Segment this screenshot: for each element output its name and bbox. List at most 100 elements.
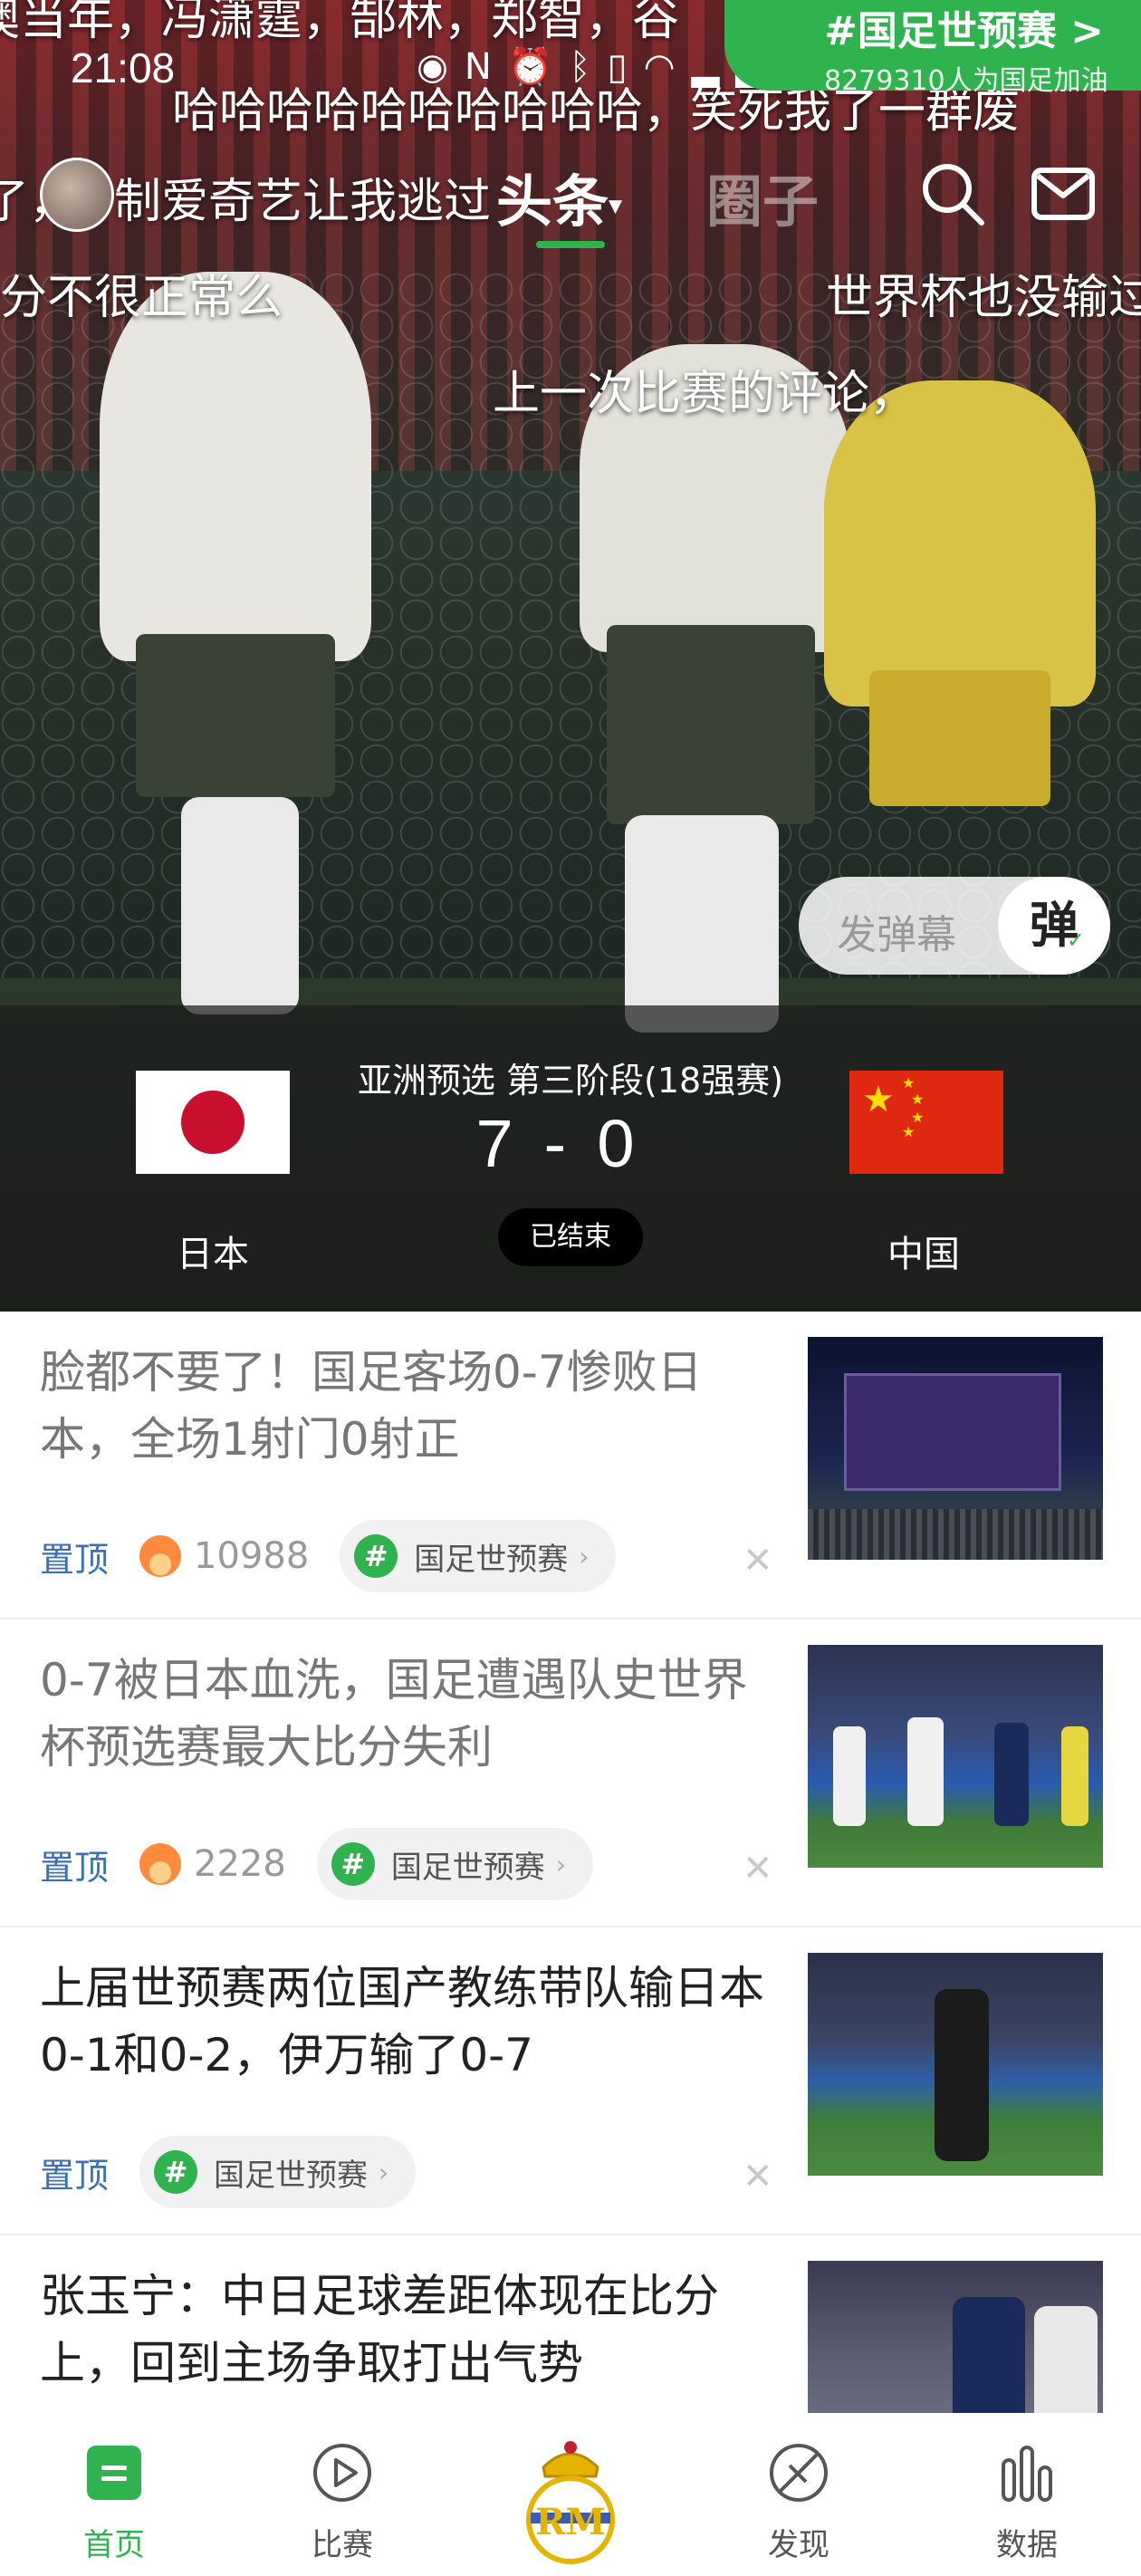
topic-tag[interactable]: # 国足世预赛 ›	[139, 2136, 417, 2208]
goalkeeper-figure	[824, 380, 1096, 706]
vibrate-icon: ▯	[607, 46, 644, 88]
hash-icon: #	[331, 1842, 375, 1886]
discover-icon	[770, 2444, 828, 2502]
match-hero-image[interactable]: #国足世预赛 > 8279310人为国足加油 澳当年，冯潇霆，郜林，郑智，谷 哈…	[0, 0, 1141, 1312]
topic-tag-label: 国足世预赛	[390, 1849, 545, 1886]
news-meta: 置顶 # 国足世预赛 ›	[40, 2136, 417, 2208]
news-item[interactable]: 脸都不要了！国足客场0-7惨败日本，全场1射门0射正 置顶 10988 # 国足…	[0, 1312, 1141, 1620]
topic-tag-label: 国足世预赛	[214, 2157, 369, 2194]
danmaku-line: 分不很正常么	[0, 271, 283, 325]
danmaku-line: 上一次比赛的评论，	[493, 367, 917, 421]
away-score: 0	[597, 1106, 666, 1181]
nav-discover[interactable]: 发现	[685, 2413, 913, 2576]
topic-tag-label: 国足世预赛	[414, 1541, 569, 1578]
dismiss-icon[interactable]: ✕	[743, 1540, 773, 1581]
danmaku-line: 世界杯也没输过	[826, 271, 1141, 325]
player-shape	[994, 1723, 1029, 1826]
news-item[interactable]: 上届世预赛两位国产教练带队输日本0-1和0-2，伊万输了0-7 置顶 # 国足世…	[0, 1927, 1141, 2235]
player-figure-left-shorts	[136, 634, 335, 797]
japan-flag-icon	[136, 1071, 290, 1174]
bottom-nav: 首页 比赛 RM 发现 数据	[0, 2413, 1141, 2576]
news-thumbnail	[808, 1953, 1103, 2176]
pinned-label: 置顶	[40, 2155, 110, 2196]
hash-icon: #	[354, 1534, 398, 1578]
nav-data-label: 数据	[996, 2527, 1058, 2563]
news-thumbnail	[808, 1645, 1103, 1868]
chevron-right-icon: ›	[379, 2157, 389, 2187]
hot-count: 10988	[194, 1535, 310, 1577]
tab-headlines[interactable]: 头条▾	[496, 156, 622, 237]
topic-banner-title: #国足世预赛 >	[824, 8, 1105, 54]
player-figure-left	[100, 272, 371, 661]
topic-tag[interactable]: # 国足世预赛 ›	[316, 1828, 594, 1900]
news-title: 上届世预赛两位国产教练带队输日本0-1和0-2，伊万输了0-7	[40, 1962, 764, 2081]
news-title: 脸都不要了！国足客场0-7惨败日本，全场1射门0射正	[40, 1346, 703, 1466]
china-flag-icon: ★ ★ ★ ★ ★	[849, 1071, 1003, 1174]
pinned-label: 置顶	[40, 1847, 110, 1888]
flame-icon	[139, 1535, 182, 1577]
player-shape	[1061, 1726, 1088, 1826]
crowd	[808, 1509, 1103, 1560]
coach-shape	[935, 1989, 989, 2161]
topic-banner[interactable]: #国足世预赛 > 8279310人为国足加油	[724, 0, 1141, 97]
home-icon	[87, 2446, 141, 2500]
nav-home-label: 首页	[83, 2527, 145, 2563]
scoreboard-screen	[844, 1373, 1061, 1491]
player-figure-center-shorts	[607, 625, 815, 824]
team-crest-icon: RM	[526, 2441, 615, 2564]
home-team-name: 日本	[177, 1234, 249, 1275]
chevron-right-icon: ›	[579, 1541, 590, 1572]
news-item[interactable]: 0-7被日本血洗，国足遭遇队史世界杯预选赛最大比分失利 置顶 2228 # 国足…	[0, 1620, 1141, 1927]
news-meta: 置顶 2228 # 国足世预赛 ›	[40, 1828, 594, 1900]
player-figure-center-legs	[625, 815, 779, 1033]
nav-data[interactable]: 数据	[913, 2413, 1141, 2576]
eye-icon: ◉	[417, 46, 465, 88]
app-screen: #国足世预赛 > 8279310人为国足加油 澳当年，冯潇霆，郜林，郑智，谷 哈…	[0, 0, 1141, 2576]
match-scoreboard[interactable]: 亚洲预选 第三阶段(18强赛) ★ ★ ★ ★ ★ 7-0 日本 中国 已结束	[0, 1005, 1141, 1312]
danmaku-line: 制爱奇艺让我逃过	[114, 175, 492, 229]
alarm-icon: ⏰	[507, 46, 570, 88]
play-icon	[313, 2444, 371, 2502]
danmaku-input-placeholder: 发弹幕	[837, 912, 956, 958]
danmaku-toggle-button[interactable]: 弹 ✓	[998, 877, 1110, 975]
message-icon[interactable]	[1029, 159, 1098, 228]
news-meta: 置顶 10988 # 国足世预赛 ›	[40, 1520, 617, 1592]
nav-discover-label: 发现	[768, 2527, 829, 2563]
search-icon[interactable]	[918, 159, 987, 228]
nav-matches-label: 比赛	[312, 2527, 373, 2563]
home-score: 7	[475, 1106, 544, 1181]
nfc-icon: N	[464, 46, 508, 88]
hot-count: 2228	[194, 1843, 286, 1885]
status-time: 21:08	[71, 44, 176, 91]
goalkeeper-figure-shorts	[869, 670, 1050, 806]
dismiss-icon[interactable]: ✕	[743, 2156, 773, 2197]
svg-text:RM: RM	[535, 2501, 606, 2543]
hash-icon: #	[154, 2150, 198, 2194]
chevron-right-icon: ›	[555, 1849, 567, 1879]
user-avatar[interactable]	[40, 158, 114, 232]
topic-tag[interactable]: # 国足世预赛 ›	[340, 1520, 617, 1592]
bluetooth-icon: ᛒ	[569, 46, 608, 88]
nav-home[interactable]: 首页	[0, 2413, 228, 2576]
tab-circles[interactable]: 圈子	[706, 156, 819, 237]
chevron-down-icon: ▾	[609, 189, 623, 222]
match-score: 7-0	[453, 1105, 688, 1182]
news-title: 张玉宁：中日足球差距体现在比分上，回到主场争取打出气势	[40, 2270, 719, 2389]
active-tab-indicator	[536, 241, 605, 248]
news-title: 0-7被日本血洗，国足遭遇队史世界杯预选赛最大比分失利	[40, 1654, 748, 1773]
nav-matches[interactable]: 比赛	[228, 2413, 456, 2576]
data-icon	[1002, 2446, 1052, 2502]
player-figure-left-legs	[181, 797, 299, 1014]
nav-team-crest[interactable]: RM	[456, 2413, 685, 2576]
news-thumbnail	[808, 1337, 1103, 1560]
player-shape	[907, 1717, 944, 1826]
danmaku-input[interactable]: 发弹幕 弹 ✓	[799, 877, 1110, 975]
player-shape	[833, 1726, 866, 1826]
pinned-label: 置顶	[40, 1539, 110, 1580]
flame-icon	[139, 1843, 182, 1885]
away-team-name: 中国	[887, 1234, 960, 1275]
score-separator: -	[543, 1106, 598, 1181]
tab-headlines-label: 头条	[496, 168, 609, 235]
match-status-badge: 已结束	[498, 1208, 643, 1266]
dismiss-icon[interactable]: ✕	[743, 1848, 773, 1889]
